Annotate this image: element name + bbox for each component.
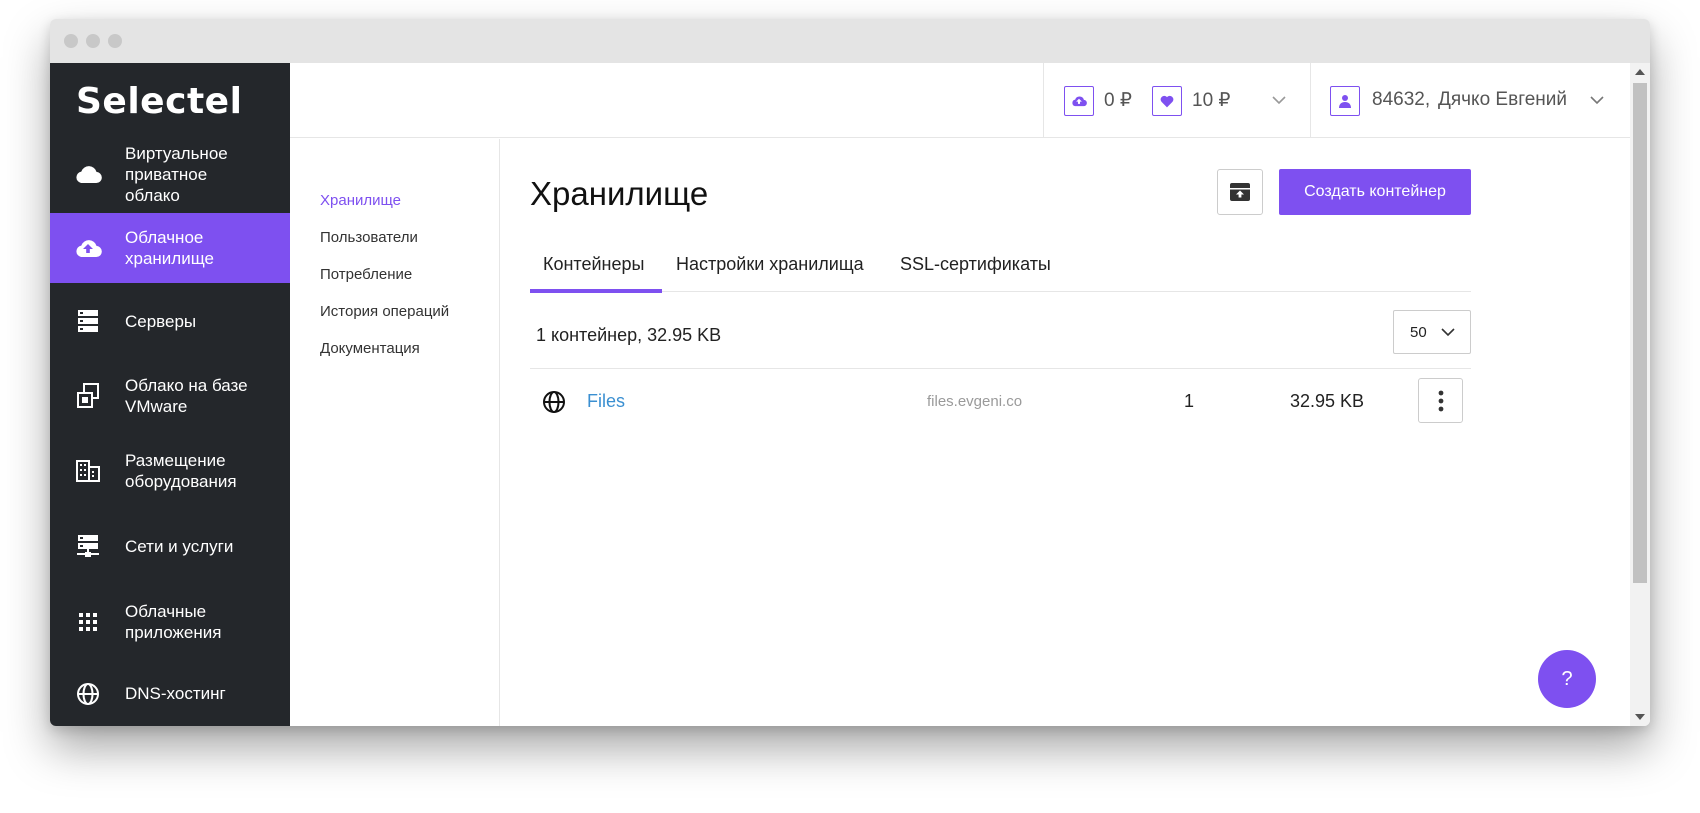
container-menu-button[interactable] [1418, 378, 1463, 423]
sidebar-item-vpc[interactable]: Виртуальное приватное облако [50, 135, 290, 213]
sidebar: Selectel Виртуальное приватное облако Об… [50, 63, 290, 726]
containers-summary: 1 контейнер, 32.95 KB [536, 325, 722, 345]
sidebar-item-label: Виртуальное приватное облако [125, 143, 228, 205]
archive-button[interactable] [1217, 169, 1263, 215]
more-vertical-icon [1438, 390, 1443, 411]
sidebar-item-dns[interactable]: DNS-хостинг [50, 661, 290, 726]
header-divider [1043, 63, 1044, 138]
main-content: Хранилище Создать контейнер Контейнеры Н… [500, 139, 1630, 726]
archive-icon [1230, 183, 1250, 201]
sidebar-item-label: Сети и услуги [125, 536, 234, 556]
scrollbar-thumb[interactable] [1633, 83, 1647, 583]
container-name-link[interactable]: Files [587, 391, 625, 412]
page-size-select[interactable]: 50 [1393, 310, 1471, 354]
browser-window: Selectel Виртуальное приватное облако Об… [50, 19, 1650, 726]
page-title: Хранилище [530, 175, 709, 212]
chevron-down-icon[interactable] [1272, 96, 1286, 105]
balance-cloud-icon [1064, 86, 1094, 116]
help-label: ? [1561, 667, 1573, 690]
top-header: 0 ₽ 10 ₽ 84632, Дячко Евгений [290, 63, 1630, 138]
active-tab-indicator [530, 289, 662, 293]
account-id: 84632, [1372, 89, 1431, 110]
servers-icon [74, 307, 102, 335]
header-divider [1310, 63, 1311, 138]
maximize-window-dot[interactable] [108, 34, 122, 48]
subnav-item-storage[interactable]: Хранилище [320, 192, 401, 209]
bonus-heart-icon [1152, 86, 1182, 116]
scroll-up-arrow[interactable] [1635, 69, 1645, 75]
storage-subnav: Хранилище Пользователи Потребление Истор… [290, 139, 500, 726]
table-row[interactable]: Files files.evgeni.co 1 32.95 KB [530, 371, 1471, 433]
sidebar-item-servers[interactable]: Серверы [50, 283, 290, 359]
subnav-item-users[interactable]: Пользователи [320, 229, 418, 246]
minimize-window-dot[interactable] [86, 34, 100, 48]
page-size-value: 50 [1410, 324, 1427, 341]
sidebar-item-networks[interactable]: Сети и услуги [50, 509, 290, 583]
tabs-divider [530, 291, 1471, 292]
globe-icon [543, 391, 565, 413]
selectel-logo[interactable]: Selectel [76, 81, 242, 122]
sidebar-item-label: Облачное хранилище [125, 228, 214, 268]
container-object-count: 1 [1184, 391, 1195, 411]
table-divider [530, 368, 1471, 369]
scroll-down-arrow[interactable] [1635, 714, 1645, 720]
subnav-item-operations-history[interactable]: История операций [320, 303, 449, 320]
sidebar-item-cloud-apps[interactable]: Облачные приложения [50, 583, 290, 661]
subnav-item-documentation[interactable]: Документация [320, 340, 420, 357]
building-icon [74, 457, 102, 485]
vmware-icon [74, 382, 102, 410]
network-icon [74, 532, 102, 560]
user-name[interactable]: Дячко Евгений [1438, 89, 1567, 111]
sidebar-item-label: Размещение оборудования [125, 451, 237, 491]
globe-icon [74, 680, 102, 708]
sidebar-item-label: Облако на базе VMware [125, 376, 248, 416]
tab-containers[interactable]: Контейнеры [543, 254, 644, 275]
sidebar-item-vmware[interactable]: Облако на базе VMware [50, 359, 290, 433]
user-icon [1330, 86, 1360, 116]
sidebar-item-colocation[interactable]: Размещение оборудования [50, 433, 290, 509]
subnav-item-consumption[interactable]: Потребление [320, 266, 412, 283]
create-container-button[interactable]: Создать контейнер [1279, 169, 1471, 215]
tab-ssl-certificates[interactable]: SSL-сертификаты [900, 254, 1051, 275]
container-size: 32.95 KB [1290, 391, 1365, 411]
title-bar [50, 19, 1650, 63]
sidebar-item-label: Серверы [125, 311, 197, 331]
sidebar-item-cloud-storage[interactable]: Облачное хранилище [50, 213, 290, 283]
bonus-value: 10 ₽ [1192, 90, 1231, 111]
apps-grid-icon [74, 608, 102, 636]
balance-value: 0 ₽ [1104, 90, 1132, 111]
scrollbar[interactable] [1630, 63, 1650, 726]
chevron-down-icon[interactable] [1590, 96, 1604, 105]
container-domain[interactable]: files.evgeni.co [927, 393, 1022, 410]
help-button[interactable]: ? [1538, 650, 1596, 708]
cloud-upload-icon [74, 234, 102, 262]
tab-storage-settings[interactable]: Настройки хранилища [676, 254, 864, 275]
sidebar-item-label: Облачные приложения [125, 602, 222, 642]
close-window-dot[interactable] [64, 34, 78, 48]
sidebar-item-label: DNS-хостинг [125, 684, 226, 703]
cloud-icon [74, 160, 102, 188]
chevron-down-icon [1441, 328, 1455, 337]
